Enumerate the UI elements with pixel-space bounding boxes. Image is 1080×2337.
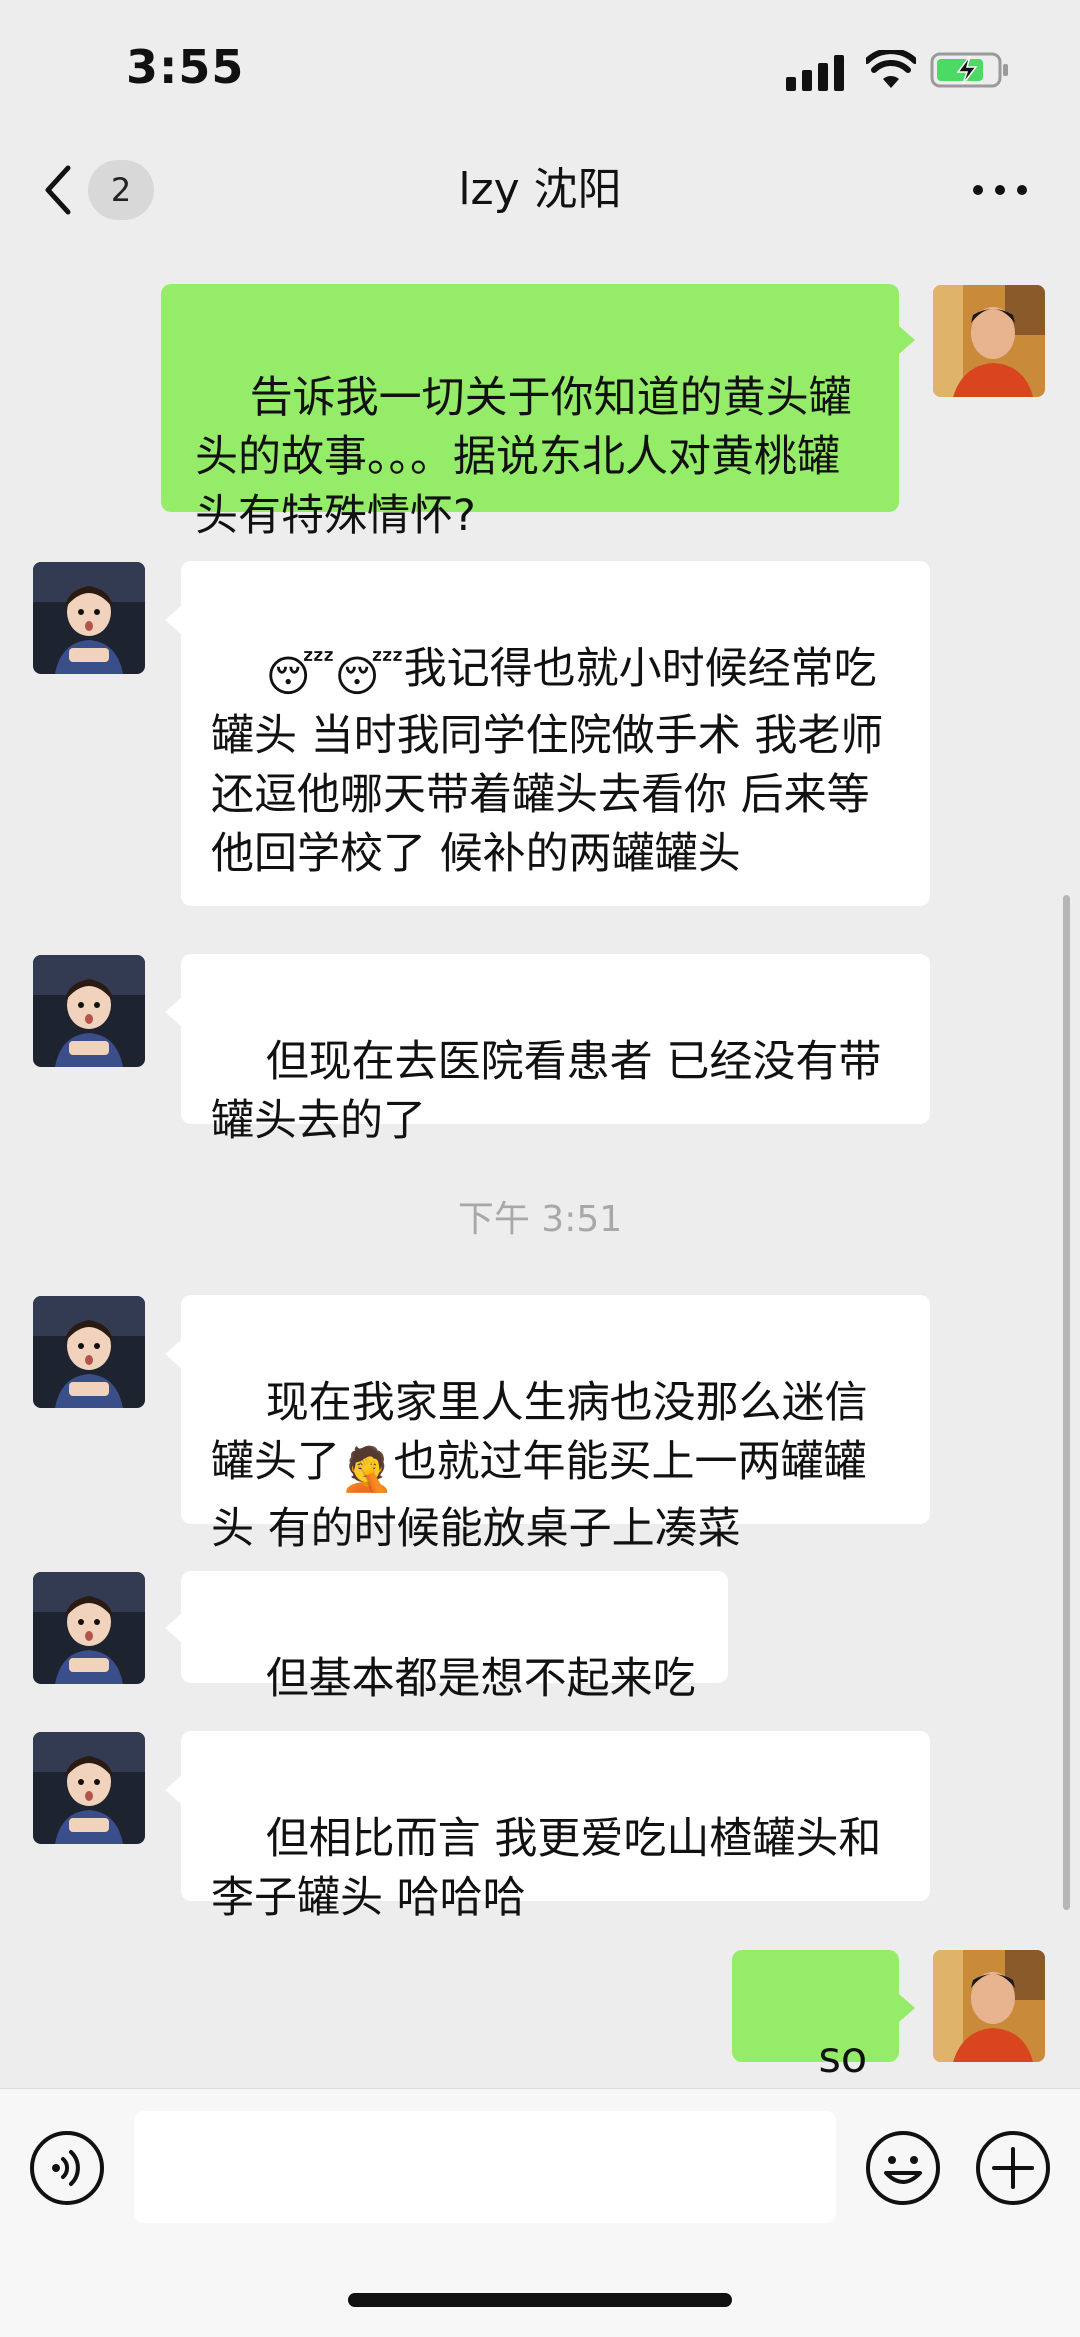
contact-avatar[interactable] bbox=[33, 1732, 145, 1844]
my-avatar[interactable] bbox=[933, 1950, 1045, 2062]
more-icon[interactable] bbox=[970, 170, 1030, 210]
bubble-tail bbox=[165, 1340, 181, 1368]
input-bar bbox=[0, 2088, 1080, 2337]
message-bubble-incoming[interactable]: 但现在去医院看患者 已经没有带罐头去的了 bbox=[181, 954, 930, 1146]
message-bubble-incoming[interactable]: 😴😴我记得也就小时候经常吃罐头 当时我同学住院做手术 我老师还逗他哪天带着罐头去… bbox=[181, 561, 930, 906]
bubble-tail bbox=[899, 1994, 915, 2022]
facepalm-emoji: 🤦 bbox=[340, 1445, 394, 1495]
bubble-tail bbox=[165, 998, 181, 1026]
bubble-tail bbox=[165, 1776, 181, 1804]
battery-charging-icon bbox=[930, 52, 1008, 88]
message-text: 但基本都是想不起来吃 bbox=[265, 1654, 696, 1704]
contact-avatar[interactable] bbox=[33, 1296, 145, 1408]
message-bubble-outgoing[interactable]: 告诉我一切关于你知道的黄头罐头的故事。。。据说东北人对黄桃罐头有特殊情怀? bbox=[161, 284, 899, 541]
contact-avatar[interactable] bbox=[33, 562, 145, 674]
message-text: 告诉我一切关于你知道的黄头罐头的故事。。。据说东北人对黄桃罐头有特殊情怀? bbox=[195, 373, 852, 541]
bubble-tail bbox=[165, 1614, 181, 1642]
back-icon[interactable] bbox=[40, 162, 76, 218]
time-divider: 下午 3:51 bbox=[457, 1199, 623, 1240]
contact-avatar[interactable] bbox=[33, 1572, 145, 1684]
bubble-tail bbox=[899, 326, 915, 354]
cellular-signal-icon bbox=[786, 55, 844, 91]
unread-count-badge[interactable]: 2 bbox=[88, 160, 154, 220]
plus-icon[interactable] bbox=[974, 2129, 1052, 2207]
chat-header: 2 lzy 沈阳 bbox=[0, 140, 1080, 252]
wifi-icon bbox=[866, 50, 916, 88]
voice-icon[interactable] bbox=[28, 2129, 106, 2207]
message-bubble-outgoing[interactable]: soga bbox=[732, 1950, 899, 2142]
message-bubble-incoming[interactable]: 但基本都是想不起来吃 bbox=[181, 1571, 728, 1704]
sleeping-face-emoji: 😴😴 bbox=[265, 652, 404, 702]
message-text: 但现在去医院看患者 已经没有带罐头去的了 bbox=[211, 1037, 882, 1146]
chat-title: lzy 沈阳 bbox=[458, 164, 622, 215]
chat-screen: 3:55 2 lzy 沈阳 告诉我一切关于你知道的黄头罐头的故事。。。据说东北人… bbox=[0, 0, 1080, 2337]
emoji-icon[interactable] bbox=[864, 2129, 942, 2207]
message-bubble-incoming[interactable]: 但相比而言 我更爱吃山楂罐头和李子罐头 哈哈哈 bbox=[181, 1731, 930, 1923]
status-time: 3:55 bbox=[126, 40, 245, 94]
scrollbar[interactable] bbox=[1063, 895, 1070, 1910]
my-avatar[interactable] bbox=[933, 285, 1045, 397]
status-bar: 3:55 bbox=[0, 0, 1080, 140]
message-bubble-incoming[interactable]: 现在我家里人生病也没那么迷信罐头了🤦也就过年能买上一两罐罐头 有的时候能放桌子上… bbox=[181, 1295, 930, 1554]
message-input[interactable] bbox=[134, 2111, 836, 2223]
bubble-tail bbox=[165, 606, 181, 634]
contact-avatar[interactable] bbox=[33, 955, 145, 1067]
message-text: 但相比而言 我更爱吃山楂罐头和李子罐头 哈哈哈 bbox=[211, 1814, 882, 1923]
home-indicator bbox=[348, 2293, 732, 2307]
